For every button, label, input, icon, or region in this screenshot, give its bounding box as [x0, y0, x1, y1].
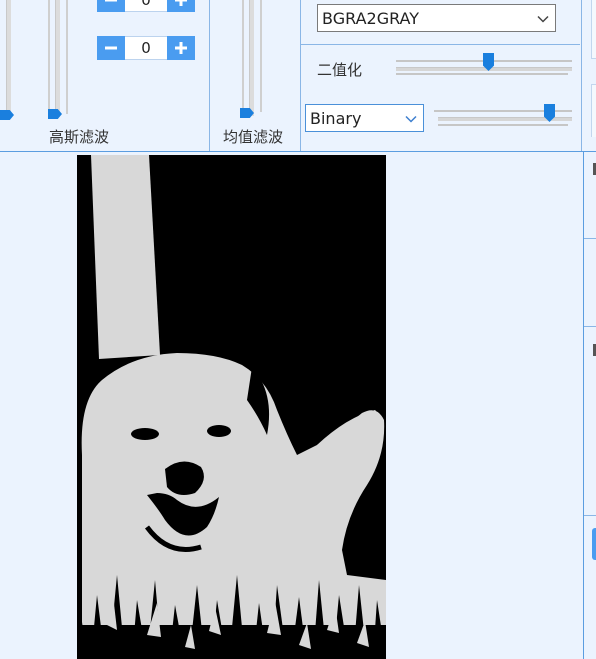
- right-panel-button[interactable]: [592, 528, 596, 560]
- threshold-type-value: Binary: [310, 108, 362, 128]
- threshold-label: 二值化: [317, 61, 363, 79]
- gaussian-slider-1-track[interactable]: [6, 0, 11, 116]
- mean-filter-group: 均值滤波: [210, 0, 299, 152]
- gaussian-stepper: 0: [97, 36, 195, 60]
- plus-icon[interactable]: [167, 36, 195, 60]
- separator: [301, 44, 580, 45]
- color-convert-select[interactable]: BGRA2GRAY: [317, 4, 556, 32]
- gaussian-slider-2-track[interactable]: [55, 0, 60, 116]
- mean-slider-ticks: [242, 0, 244, 112]
- minus-icon[interactable]: [97, 36, 125, 60]
- minus-icon[interactable]: [97, 0, 125, 12]
- gaussian-filter-group: 0 0 高斯滤波: [0, 0, 208, 152]
- chevron-down-icon: [537, 9, 549, 28]
- color-convert-value: BGRA2GRAY: [322, 8, 420, 28]
- right-control-top[interactable]: [591, 0, 596, 59]
- right-panel-border: [583, 152, 584, 659]
- threshold-slider-ticks-bottom: [396, 73, 568, 75]
- mean-filter-label: 均值滤波: [223, 128, 284, 146]
- right-control-bottom[interactable]: [591, 84, 596, 137]
- toolbar-bottom-border: [0, 151, 596, 152]
- gaussian-stepper-top: 0: [97, 0, 195, 12]
- threshold-slider-track[interactable]: [396, 67, 572, 71]
- gaussian-slider-2-ticks: [48, 0, 50, 114]
- gaussian-filter-label: 高斯滤波: [49, 128, 110, 146]
- processed-image: [77, 155, 386, 659]
- gaussian-slider-2-ticks-right: [66, 0, 68, 114]
- separator: [584, 238, 596, 239]
- mean-slider-track[interactable]: [249, 0, 254, 116]
- gaussian-stepper-top-value[interactable]: 0: [125, 0, 167, 12]
- gaussian-slider-1-thumb[interactable]: [0, 110, 14, 120]
- toolbar: 0 0 高斯滤波 均值滤波 BGRA2GRAY 二值化 Binary: [0, 0, 596, 152]
- chevron-down-icon: [405, 109, 417, 128]
- threshold-type-select[interactable]: Binary: [305, 104, 424, 132]
- plus-icon[interactable]: [167, 0, 195, 12]
- separator: [584, 326, 596, 327]
- color-threshold-group: BGRA2GRAY 二值化 Binary: [301, 0, 581, 152]
- mean-slider-ticks-right: [260, 0, 262, 112]
- gaussian-stepper-value[interactable]: 0: [125, 36, 167, 60]
- right-group: [582, 0, 596, 152]
- maxval-slider-ticks-bottom: [438, 124, 568, 126]
- separator: [584, 515, 596, 516]
